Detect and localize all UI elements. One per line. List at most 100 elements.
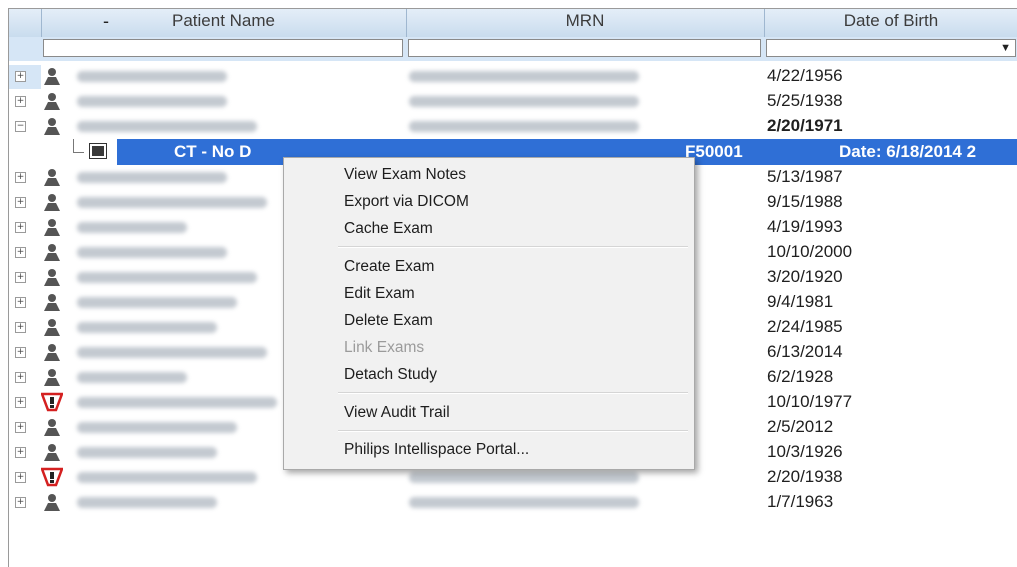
alert-icon <box>41 392 63 412</box>
redacted-patient-name <box>77 397 277 408</box>
redacted-patient-name <box>77 222 187 233</box>
person-icon <box>44 294 60 311</box>
date-of-birth: 2/20/1971 <box>767 116 843 135</box>
menu-item-view-exam-notes[interactable]: View Exam Notes <box>344 166 466 184</box>
expand-icon[interactable]: + <box>15 322 26 333</box>
column-header-date-of-birth[interactable]: Date of Birth <box>764 9 1017 37</box>
redacted-patient-name <box>77 96 227 107</box>
context-menu: View Exam Notes Export via DICOM Cache E… <box>283 157 695 470</box>
date-of-birth: 6/2/1928 <box>767 367 834 386</box>
menu-item-export-via-dicom[interactable]: Export via DICOM <box>344 193 469 211</box>
patient-name-filter-input[interactable] <box>43 39 403 57</box>
person-icon <box>44 93 60 110</box>
redacted-patient-name <box>77 71 227 82</box>
redacted-mrn <box>409 71 639 82</box>
date-of-birth: 2/24/1985 <box>767 317 843 336</box>
menu-separator <box>338 392 688 394</box>
date-of-birth: 2/20/1938 <box>767 467 843 486</box>
person-icon <box>44 244 60 261</box>
column-header-patient-name[interactable]: - Patient Name <box>41 9 407 37</box>
menu-separator <box>338 430 688 432</box>
expand-icon[interactable]: + <box>15 372 26 383</box>
patient-row[interactable]: + 1/7/1963 <box>9 490 1017 515</box>
patient-worklist-window: - Patient Name MRN Date of Birth ▼ + 4/2… <box>8 8 1017 567</box>
menu-item-detach-study[interactable]: Detach Study <box>344 366 437 384</box>
redacted-patient-name <box>77 172 227 183</box>
date-of-birth: 6/13/2014 <box>767 342 843 361</box>
column-header-row: - Patient Name MRN Date of Birth <box>9 9 1017 38</box>
expand-icon[interactable]: + <box>15 347 26 358</box>
person-icon <box>44 68 60 85</box>
expand-icon[interactable]: + <box>15 472 26 483</box>
person-icon <box>44 118 60 135</box>
expand-icon[interactable]: + <box>15 197 26 208</box>
menu-separator <box>338 246 688 248</box>
expand-icon[interactable]: + <box>15 222 26 233</box>
expand-icon[interactable]: + <box>15 497 26 508</box>
expand-icon[interactable]: + <box>15 272 26 283</box>
expand-icon[interactable]: + <box>15 71 26 82</box>
redacted-patient-name <box>77 322 217 333</box>
expand-icon[interactable]: + <box>15 247 26 258</box>
menu-item-philips-intellispace-portal[interactable]: Philips Intellispace Portal... <box>344 441 529 459</box>
redacted-mrn <box>409 472 639 483</box>
dob-filter-dropdown[interactable]: ▼ <box>766 39 1016 57</box>
redacted-patient-name <box>77 422 237 433</box>
date-of-birth: 5/25/1938 <box>767 91 843 110</box>
header-corner <box>9 9 42 37</box>
person-icon <box>44 369 60 386</box>
sort-indicator: - <box>103 11 109 31</box>
column-header-label: MRN <box>565 11 605 30</box>
redacted-patient-name <box>77 297 237 308</box>
person-icon <box>44 494 60 511</box>
date-of-birth: 10/10/2000 <box>767 242 853 261</box>
menu-item-cache-exam[interactable]: Cache Exam <box>344 220 433 238</box>
expand-icon[interactable]: + <box>15 297 26 308</box>
person-icon <box>44 169 60 186</box>
redacted-patient-name <box>77 247 227 258</box>
column-header-mrn[interactable]: MRN <box>406 9 765 37</box>
expand-icon[interactable]: + <box>15 447 26 458</box>
column-header-label: Date of Birth <box>843 11 939 30</box>
redacted-patient-name <box>77 447 217 458</box>
column-header-label: Patient Name <box>172 11 275 30</box>
patient-row[interactable]: + 5/25/1938 <box>9 89 1017 114</box>
expand-icon[interactable]: + <box>15 172 26 183</box>
filter-row: ▼ <box>9 37 1017 89</box>
date-of-birth: 2/5/2012 <box>767 417 834 436</box>
alert-icon <box>41 467 63 487</box>
date-of-birth: 5/13/1987 <box>767 167 843 186</box>
collapse-icon[interactable]: − <box>15 121 26 132</box>
expand-icon[interactable]: + <box>15 96 26 107</box>
menu-item-create-exam[interactable]: Create Exam <box>344 258 434 276</box>
date-of-birth: 9/4/1981 <box>767 292 834 311</box>
menu-item-link-exams: Link Exams <box>344 339 425 356</box>
person-icon <box>44 419 60 436</box>
person-icon <box>44 269 60 286</box>
date-of-birth: 4/19/1993 <box>767 217 843 236</box>
patient-row-expanded[interactable]: − 2/20/1971 <box>9 114 1017 139</box>
expand-icon[interactable]: + <box>15 397 26 408</box>
exam-date: Date: 6/18/2014 2 <box>839 142 977 161</box>
person-icon <box>44 194 60 211</box>
redacted-mrn <box>409 497 639 508</box>
menu-item-edit-exam[interactable]: Edit Exam <box>344 285 415 303</box>
person-icon <box>44 319 60 336</box>
person-icon <box>44 444 60 461</box>
tree-connector <box>73 139 84 153</box>
redacted-patient-name <box>77 472 257 483</box>
chevron-down-icon[interactable]: ▼ <box>1000 42 1011 54</box>
date-of-birth: 4/22/1956 <box>767 66 843 85</box>
redacted-patient-name <box>77 197 267 208</box>
expand-icon[interactable]: + <box>15 422 26 433</box>
redacted-mrn <box>409 121 639 132</box>
redacted-patient-name <box>77 272 257 283</box>
redacted-patient-name <box>77 347 267 358</box>
date-of-birth: 10/10/1977 <box>767 392 853 411</box>
mrn-filter-input[interactable] <box>408 39 761 57</box>
redacted-patient-name <box>77 497 217 508</box>
exam-icon <box>89 143 107 159</box>
menu-item-delete-exam[interactable]: Delete Exam <box>344 312 433 330</box>
patient-row[interactable]: + 4/22/1956 <box>9 64 1017 89</box>
menu-item-view-audit-trail[interactable]: View Audit Trail <box>344 404 450 422</box>
